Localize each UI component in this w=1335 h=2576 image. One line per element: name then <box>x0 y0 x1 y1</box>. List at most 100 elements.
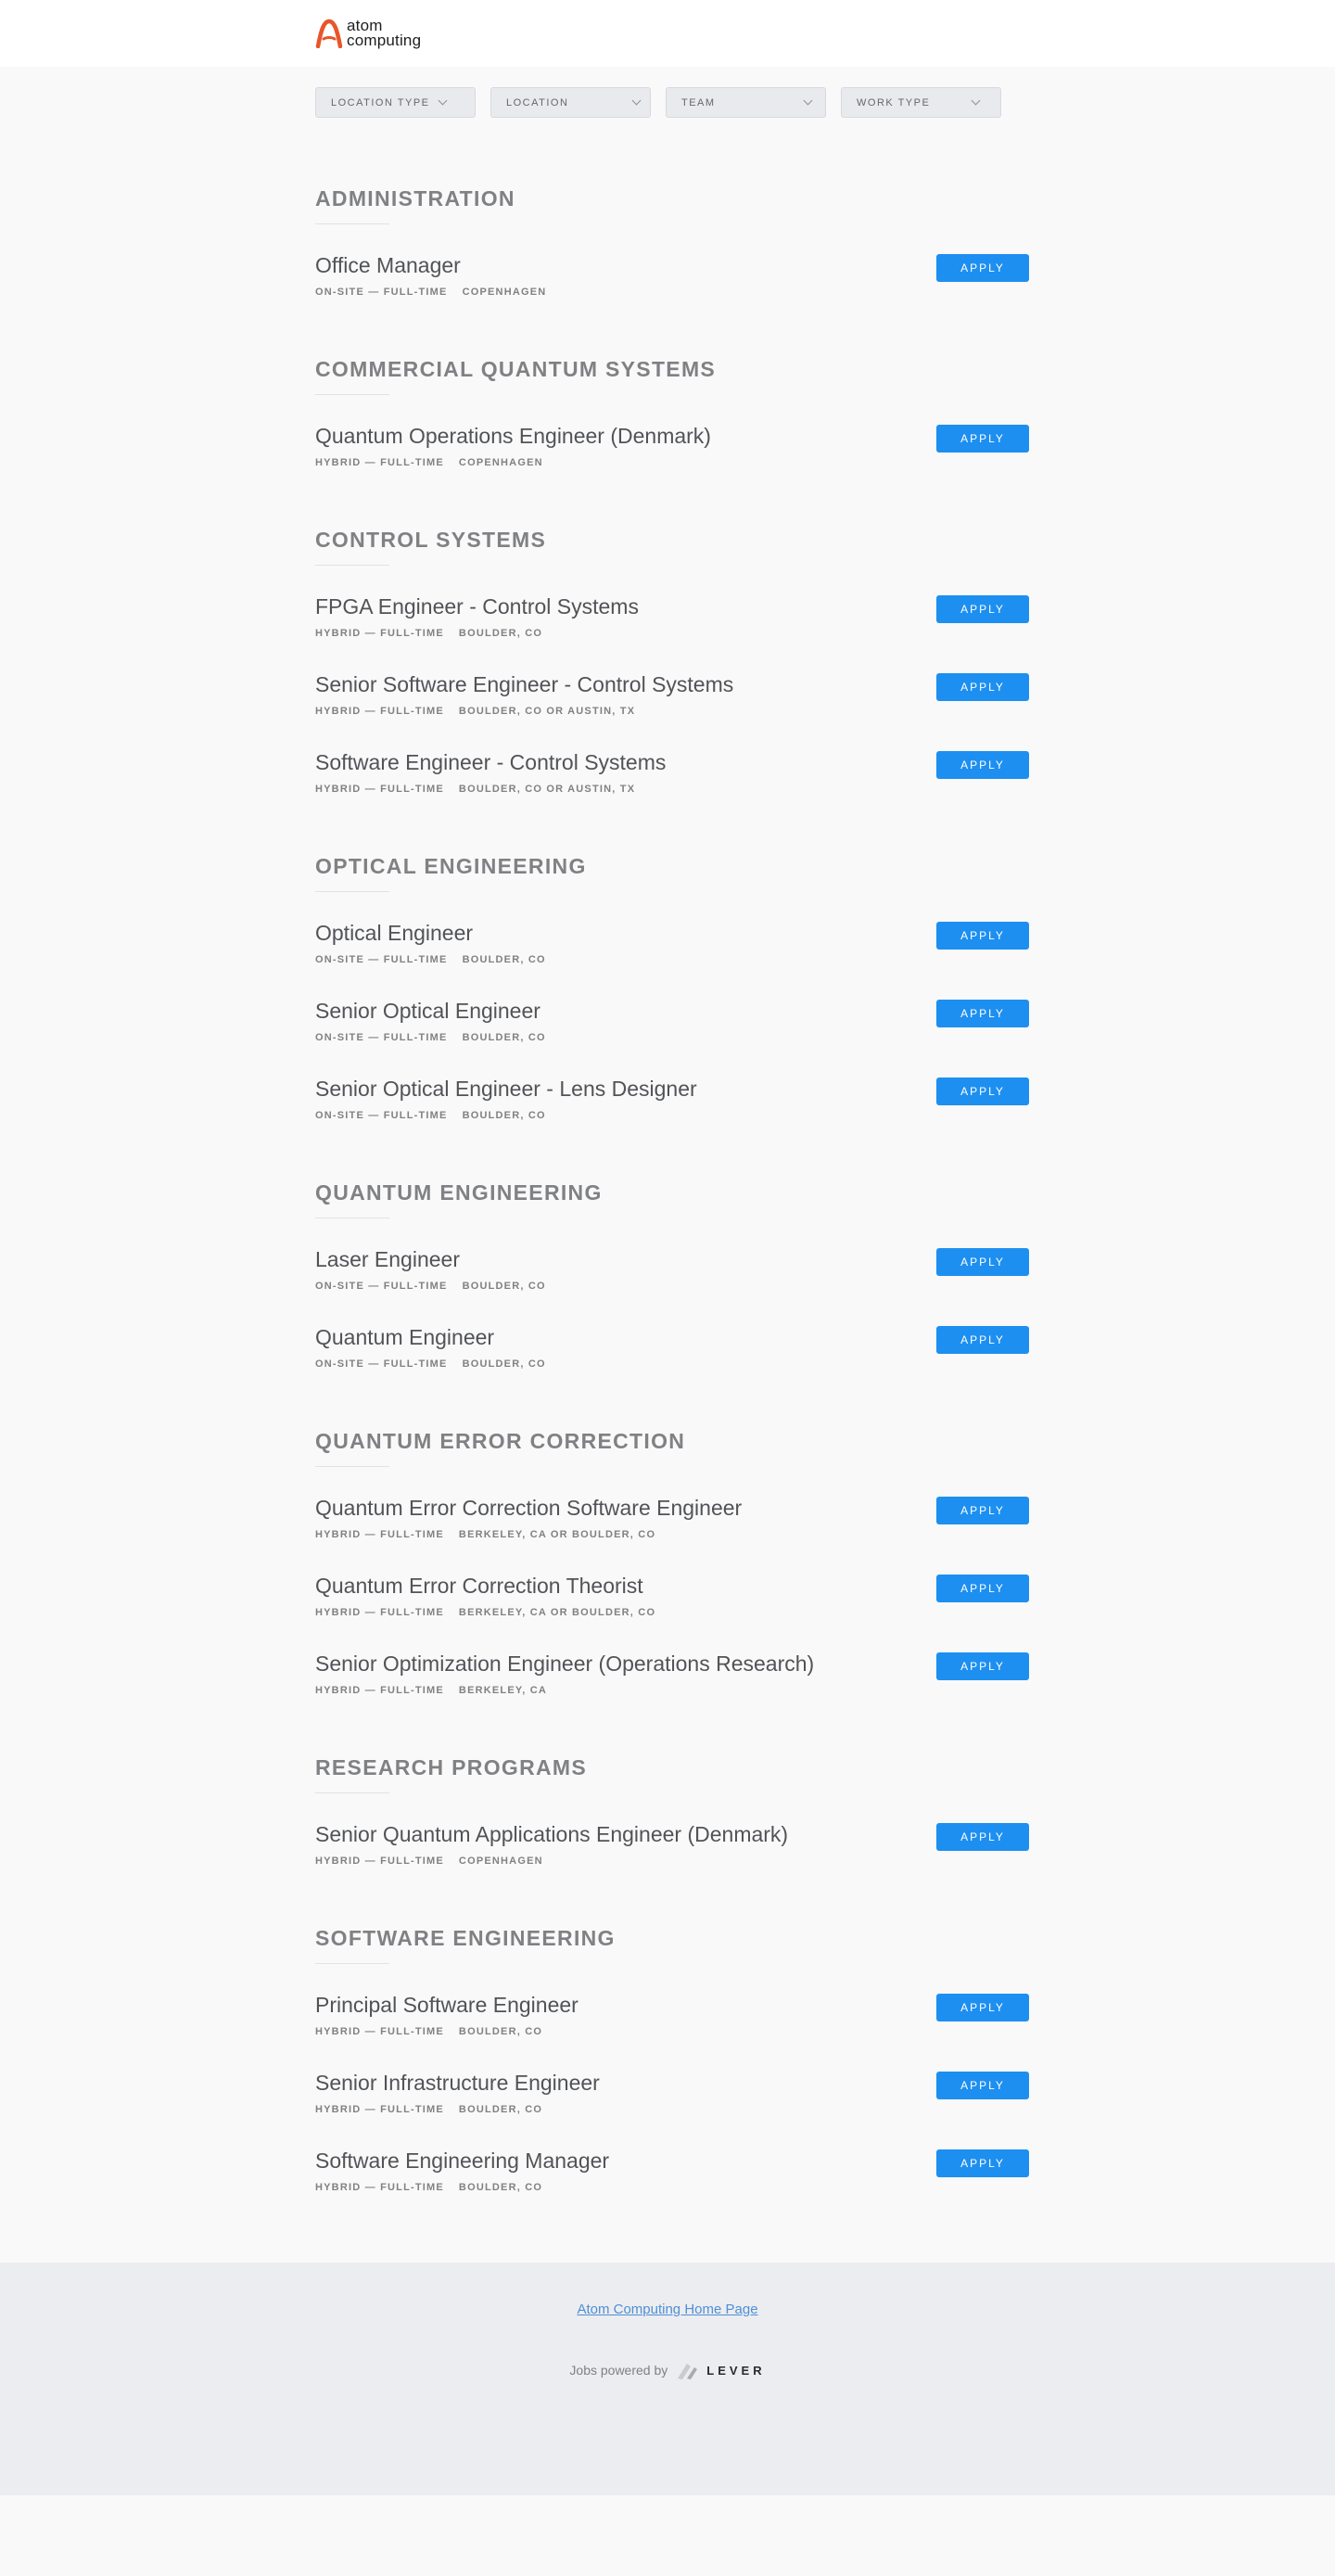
posting-title[interactable]: Senior Infrastructure Engineer <box>315 2070 600 2096</box>
posting-work-type: ON-SITE — FULL-TIME <box>315 1281 448 1292</box>
posting-info: Quantum Operations Engineer (Denmark) HYB… <box>315 423 711 468</box>
job-posting[interactable]: FPGA Engineer - Control Systems HYBRID — … <box>315 593 1029 671</box>
posting-title[interactable]: Senior Optical Engineer - Lens Designer <box>315 1076 697 1102</box>
filter-label: LOCATION <box>506 96 569 108</box>
apply-button[interactable]: APPLY <box>936 1000 1029 1027</box>
posting-title[interactable]: Quantum Error Correction Theorist <box>315 1573 655 1599</box>
posting-work-type: ON-SITE — FULL-TIME <box>315 1358 448 1370</box>
posting-location: BOULDER, CO OR AUSTIN, TX <box>458 784 636 795</box>
page-header: atom computing <box>0 0 1335 67</box>
job-posting[interactable]: Optical Engineer ON-SITE — FULL-TIME BOULD… <box>315 920 1029 998</box>
posting-title[interactable]: Senior Optimization Engineer (Operations… <box>315 1651 814 1677</box>
chevron-down-icon <box>803 96 813 106</box>
job-posting[interactable]: Senior Software Engineer - Control Syste… <box>315 671 1029 749</box>
job-posting[interactable]: Senior Optimization Engineer (Operations… <box>315 1651 1029 1728</box>
posting-meta: HYBRID — FULL-TIME BOULDER, CO <box>315 2104 600 2115</box>
job-group: COMMERCIAL QUANTUM SYSTEMS Quantum Operat… <box>315 330 1029 501</box>
apply-button[interactable]: APPLY <box>936 751 1029 779</box>
job-posting[interactable]: Software Engineer - Control Systems HYBRI… <box>315 749 1029 827</box>
job-posting[interactable]: Software Engineering Manager HYBRID — FUL… <box>315 2148 1029 2225</box>
posting-title[interactable]: FPGA Engineer - Control Systems <box>315 593 639 619</box>
apply-button[interactable]: APPLY <box>936 1078 1029 1105</box>
posting-location: BERKELEY, CA OR BOULDER, CO <box>458 1529 656 1540</box>
filter-location[interactable]: LOCATION <box>490 87 651 118</box>
job-posting[interactable]: Quantum Operations Engineer (Denmark) HYB… <box>315 423 1029 501</box>
apply-button[interactable]: APPLY <box>936 1497 1029 1524</box>
apply-button[interactable]: APPLY <box>936 425 1029 453</box>
job-posting[interactable]: Laser Engineer ON-SITE — FULL-TIME BOULDER… <box>315 1246 1029 1324</box>
posting-title[interactable]: Office Manager <box>315 252 546 278</box>
job-posting[interactable]: Quantum Error Correction Theorist HYBRID … <box>315 1573 1029 1651</box>
apply-button[interactable]: APPLY <box>936 1823 1029 1851</box>
posting-info: Quantum Engineer ON-SITE — FULL-TIME BOULD… <box>315 1324 546 1370</box>
posting-title[interactable]: Senior Quantum Applications Engineer (De… <box>315 1821 788 1847</box>
posting-info: Senior Optical Engineer - Lens Designer O… <box>315 1076 697 1121</box>
posting-meta: HYBRID — FULL-TIME BERKELEY, CA <box>315 1685 814 1696</box>
posting-info: Laser Engineer ON-SITE — FULL-TIME BOULDER… <box>315 1246 546 1292</box>
posting-meta: ON-SITE — FULL-TIME COPENHAGEN <box>315 287 546 298</box>
posting-work-type: ON-SITE — FULL-TIME <box>315 1032 448 1043</box>
logo-line-2: computing <box>347 32 422 49</box>
lever-logo-icon[interactable] <box>675 2359 699 2381</box>
posting-location: BERKELEY, CA OR BOULDER, CO <box>458 1607 656 1618</box>
lever-wordmark: LEVER <box>706 2363 766 2378</box>
posting-title[interactable]: Senior Optical Engineer <box>315 998 546 1024</box>
job-posting[interactable]: Senior Quantum Applications Engineer (De… <box>315 1821 1029 1899</box>
posting-work-type: HYBRID — FULL-TIME <box>315 1855 444 1867</box>
posting-title[interactable]: Quantum Operations Engineer (Denmark) <box>315 423 711 449</box>
posting-meta: HYBRID — FULL-TIME BERKELEY, CA OR BOULDE… <box>315 1607 655 1618</box>
apply-button[interactable]: APPLY <box>936 1248 1029 1276</box>
posting-work-type: HYBRID — FULL-TIME <box>315 1607 444 1618</box>
apply-button[interactable]: APPLY <box>936 254 1029 282</box>
posting-meta: ON-SITE — FULL-TIME BOULDER, CO <box>315 954 546 965</box>
posting-title[interactable]: Quantum Error Correction Software Engine… <box>315 1495 742 1521</box>
group-divider <box>315 394 389 395</box>
posting-meta: ON-SITE — FULL-TIME BOULDER, CO <box>315 1358 546 1370</box>
apply-button[interactable]: APPLY <box>936 2149 1029 2177</box>
job-posting[interactable]: Office Manager ON-SITE — FULL-TIME COPENHA… <box>315 252 1029 330</box>
posting-title[interactable]: Laser Engineer <box>315 1246 546 1272</box>
posting-info: Office Manager ON-SITE — FULL-TIME COPENHA… <box>315 252 546 298</box>
posting-title[interactable]: Principal Software Engineer <box>315 1992 578 2018</box>
posting-info: Optical Engineer ON-SITE — FULL-TIME BOULD… <box>315 920 546 965</box>
apply-button[interactable]: APPLY <box>936 1652 1029 1680</box>
apply-button[interactable]: APPLY <box>936 922 1029 950</box>
apply-button[interactable]: APPLY <box>936 1994 1029 2021</box>
apply-button[interactable]: APPLY <box>936 1575 1029 1602</box>
apply-button[interactable]: APPLY <box>936 673 1029 701</box>
home-page-link[interactable]: Atom Computing Home Page <box>577 2302 757 2317</box>
job-posting[interactable]: Principal Software Engineer HYBRID — FULL… <box>315 1992 1029 2070</box>
apply-button[interactable]: APPLY <box>936 595 1029 623</box>
posting-title[interactable]: Software Engineer - Control Systems <box>315 749 666 775</box>
apply-button[interactable]: APPLY <box>936 1326 1029 1354</box>
atom-logo-icon <box>315 19 343 48</box>
filter-bar: LOCATION TYPE LOCATION TEAM WORK TYPE <box>315 67 1029 185</box>
filter-location-type[interactable]: LOCATION TYPE <box>315 87 476 118</box>
posting-title[interactable]: Quantum Engineer <box>315 1324 546 1350</box>
powered-by: Jobs powered by LEVER <box>0 2359 1335 2381</box>
group-divider <box>315 891 389 892</box>
posting-title[interactable]: Senior Software Engineer - Control Syste… <box>315 671 733 697</box>
posting-title[interactable]: Optical Engineer <box>315 920 546 946</box>
posting-location: BOULDER, CO <box>462 954 546 965</box>
filter-team[interactable]: TEAM <box>666 87 826 118</box>
filter-work-type[interactable]: WORK TYPE <box>841 87 1001 118</box>
job-posting[interactable]: Quantum Engineer ON-SITE — FULL-TIME BOULD… <box>315 1324 1029 1402</box>
posting-location: COPENHAGEN <box>462 287 547 298</box>
posting-info: Quantum Error Correction Software Engine… <box>315 1495 742 1540</box>
posting-meta: HYBRID — FULL-TIME COPENHAGEN <box>315 457 711 468</box>
job-posting[interactable]: Senior Infrastructure Engineer HYBRID — F… <box>315 2070 1029 2148</box>
apply-button[interactable]: APPLY <box>936 2072 1029 2099</box>
posting-work-type: HYBRID — FULL-TIME <box>315 2182 444 2193</box>
group-divider <box>315 223 389 224</box>
job-group: OPTICAL ENGINEERING Optical Engineer ON-SI… <box>315 827 1029 1154</box>
job-posting[interactable]: Senior Optical Engineer - Lens Designer O… <box>315 1076 1029 1154</box>
posting-title[interactable]: Software Engineering Manager <box>315 2148 609 2174</box>
job-posting[interactable]: Quantum Error Correction Software Engine… <box>315 1495 1029 1573</box>
job-posting[interactable]: Senior Optical Engineer ON-SITE — FULL-TI… <box>315 998 1029 1076</box>
company-logo[interactable]: atom computing <box>315 18 1029 49</box>
posting-info: FPGA Engineer - Control Systems HYBRID — … <box>315 593 639 639</box>
group-title: CONTROL SYSTEMS <box>315 528 547 552</box>
group-title: SOFTWARE ENGINEERING <box>315 1926 616 1950</box>
job-group: QUANTUM ERROR CORRECTION Quantum Error Co… <box>315 1402 1029 1728</box>
